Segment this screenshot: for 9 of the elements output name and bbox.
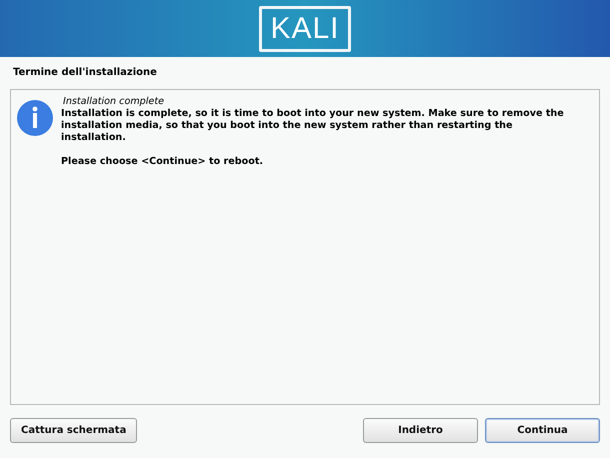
info-icon	[17, 100, 53, 136]
message-heading: Installation complete	[63, 96, 165, 107]
message-text: Installation is complete, so it is time to boot into your new system. Make sure to remove the installation media, so that you boot into the new system rather than restarting the installation.	[61, 108, 565, 144]
logo: KALI	[259, 6, 351, 52]
page-title: Termine dell'installazione	[13, 67, 158, 80]
instruction-text: Please choose <Continue> to reboot.	[61, 156, 264, 167]
screenshot-button[interactable]: Cattura schermata	[10, 418, 138, 443]
back-button[interactable]: Indietro	[363, 418, 478, 443]
continue-button[interactable]: Continua	[485, 418, 600, 443]
